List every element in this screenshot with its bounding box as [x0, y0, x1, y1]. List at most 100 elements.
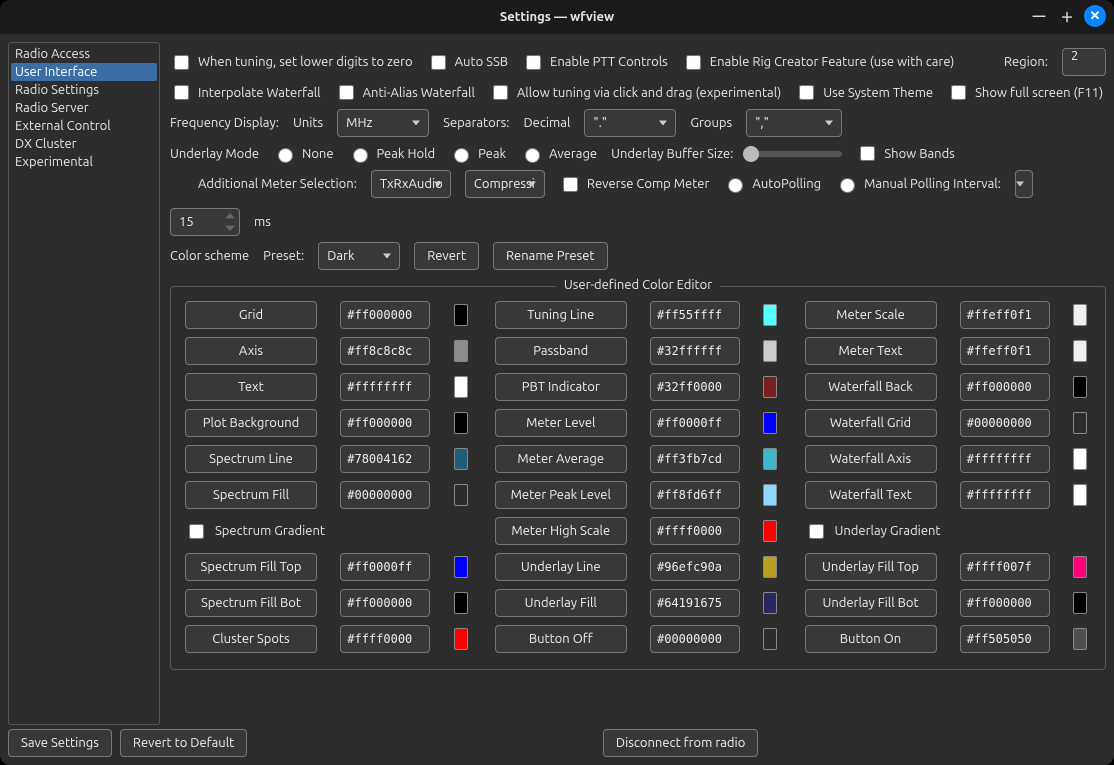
maximize-button[interactable]: ＋	[1056, 5, 1078, 27]
color-waterfall-back-swatch[interactable]	[1073, 376, 1087, 398]
color-waterfall-back-value[interactable]: #ff000000	[960, 373, 1050, 401]
color-underlay-fill-top-value[interactable]: #ffff007f	[960, 553, 1050, 581]
color-tuning-line-button[interactable]: Tuning Line	[495, 301, 627, 329]
color-grid-swatch[interactable]	[454, 304, 468, 326]
save-settings-button[interactable]: Save Settings	[8, 729, 112, 757]
color-spectrum-fill-bot-swatch[interactable]	[454, 592, 468, 614]
auto-ssb-checkbox[interactable]: Auto SSB	[427, 52, 508, 73]
color-spectrum-fill-swatch[interactable]	[454, 484, 468, 506]
enable-ptt-checkbox[interactable]: Enable PTT Controls	[522, 52, 668, 73]
sidebar-item-external-control[interactable]: External Control	[11, 117, 157, 135]
color-spectrum-fill-bot-button[interactable]: Spectrum Fill Bot	[185, 589, 317, 617]
reverse-comp-checkbox[interactable]: Reverse Comp Meter	[559, 174, 710, 195]
color-meter-text-value[interactable]: #ffeff0f1	[960, 337, 1050, 365]
color-button-off-swatch[interactable]	[763, 628, 777, 650]
tune-lower-zero-checkbox[interactable]: When tuning, set lower digits to zero	[170, 52, 413, 73]
color-waterfall-text-button[interactable]: Waterfall Text	[805, 481, 937, 509]
color-meter-scale-swatch[interactable]	[1073, 304, 1087, 326]
underlay-average-radio[interactable]: Average	[520, 145, 597, 163]
color-underlay-fill-value[interactable]: #64191675	[650, 589, 740, 617]
color-underlay-line-button[interactable]: Underlay Line	[495, 553, 627, 581]
preset-combo[interactable]: Dark	[318, 242, 400, 270]
color-plot-background-value[interactable]: #ff000000	[340, 409, 430, 437]
color-underlay-line-value[interactable]: #96efc90a	[650, 553, 740, 581]
meter2-combo[interactable]: Compressi	[465, 170, 545, 198]
units-combo[interactable]: MHz	[337, 109, 429, 137]
poll-interval-spin[interactable]: 15	[170, 208, 240, 236]
meter1-combo[interactable]: TxRxAudio	[371, 170, 451, 198]
color-plot-background-swatch[interactable]	[454, 412, 468, 434]
sidebar-item-radio-settings[interactable]: Radio Settings	[11, 81, 157, 99]
color-button-on-button[interactable]: Button On	[805, 625, 937, 653]
color-meter-level-button[interactable]: Meter Level	[495, 409, 627, 437]
color-waterfall-text-value[interactable]: #ffffffff	[960, 481, 1050, 509]
color-text-swatch[interactable]	[454, 376, 468, 398]
underlay-none-radio[interactable]: None	[273, 145, 334, 163]
color-button-off-value[interactable]: #00000000	[650, 625, 740, 653]
color-meter-level-value[interactable]: #ff0000ff	[650, 409, 740, 437]
color-waterfall-grid-swatch[interactable]	[1073, 412, 1087, 434]
revert-default-button[interactable]: Revert to Default	[120, 729, 247, 757]
color-underlay-fill-top-button[interactable]: Underlay Fill Top	[805, 553, 937, 581]
color-meter-text-button[interactable]: Meter Text	[805, 337, 937, 365]
color-meter-text-swatch[interactable]	[1073, 340, 1087, 362]
underlay-gradient-checkbox[interactable]: Underlay Gradient	[805, 517, 1092, 545]
minimize-button[interactable]: —	[1028, 5, 1050, 27]
color-meter-scale-value[interactable]: #ffeff0f1	[960, 301, 1050, 329]
color-spectrum-line-swatch[interactable]	[454, 448, 468, 470]
color-text-button[interactable]: Text	[185, 373, 317, 401]
sidebar-item-dx-cluster[interactable]: DX Cluster	[11, 135, 157, 153]
region-input[interactable]: 2	[1062, 48, 1106, 76]
underlay-peak-radio[interactable]: Peak	[449, 145, 506, 163]
color-cluster-spots-button[interactable]: Cluster Spots	[185, 625, 317, 653]
color-waterfall-back-button[interactable]: Waterfall Back	[805, 373, 937, 401]
color-meter-peak-level-swatch[interactable]	[763, 484, 777, 506]
color-button-off-button[interactable]: Button Off	[495, 625, 627, 653]
sidebar-item-radio-access[interactable]: Radio Access	[11, 45, 157, 63]
show-bands-checkbox[interactable]: Show Bands	[856, 143, 955, 164]
color-plot-background-button[interactable]: Plot Background	[185, 409, 317, 437]
rename-preset-button[interactable]: Rename Preset	[493, 242, 608, 270]
color-button-on-value[interactable]: #ff505050	[960, 625, 1050, 653]
interpolate-waterfall-checkbox[interactable]: Interpolate Waterfall	[170, 82, 321, 103]
color-waterfall-grid-value[interactable]: #00000000	[960, 409, 1050, 437]
disconnect-button[interactable]: Disconnect from radio	[603, 729, 758, 757]
sidebar-item-user-interface[interactable]: User Interface	[11, 63, 157, 81]
groups-combo[interactable]: ","	[746, 109, 842, 137]
color-underlay-fill-bot-value[interactable]: #ff000000	[960, 589, 1050, 617]
color-pbt-indicator-swatch[interactable]	[763, 376, 777, 398]
color-cluster-spots-value[interactable]: #ffff0000	[340, 625, 430, 653]
color-meter-scale-button[interactable]: Meter Scale	[805, 301, 937, 329]
color-underlay-fill-bot-button[interactable]: Underlay Fill Bot	[805, 589, 937, 617]
color-meter-high-scale-value[interactable]: #ffff0000	[650, 517, 740, 545]
revert-preset-button[interactable]: Revert	[414, 242, 479, 270]
color-passband-button[interactable]: Passband	[495, 337, 627, 365]
color-waterfall-axis-button[interactable]: Waterfall Axis	[805, 445, 937, 473]
antialias-waterfall-checkbox[interactable]: Anti-Alias Waterfall	[335, 82, 475, 103]
color-meter-high-scale-button[interactable]: Meter High Scale	[495, 517, 627, 545]
sidebar-item-radio-server[interactable]: Radio Server	[11, 99, 157, 117]
color-spectrum-fill-button[interactable]: Spectrum Fill	[185, 481, 317, 509]
color-pbt-indicator-value[interactable]: #32ff0000	[650, 373, 740, 401]
color-meter-peak-level-button[interactable]: Meter Peak Level	[495, 481, 627, 509]
color-waterfall-text-swatch[interactable]	[1073, 484, 1087, 506]
click-drag-tuning-checkbox[interactable]: Allow tuning via click and drag (experim…	[489, 82, 781, 103]
color-passband-value[interactable]: #32ffffff	[650, 337, 740, 365]
color-button-on-swatch[interactable]	[1073, 628, 1087, 650]
system-theme-checkbox[interactable]: Use System Theme	[795, 82, 933, 103]
color-meter-level-swatch[interactable]	[763, 412, 777, 434]
manualpolling-radio[interactable]: Manual Polling Interval:	[835, 175, 1001, 193]
color-tuning-line-value[interactable]: #ff55ffff	[650, 301, 740, 329]
underlay-buffer-slider[interactable]	[747, 151, 842, 157]
color-cluster-spots-swatch[interactable]	[454, 628, 468, 650]
color-waterfall-axis-value[interactable]: #ffffffff	[960, 445, 1050, 473]
color-text-value[interactable]: #ffffffff	[340, 373, 430, 401]
color-axis-swatch[interactable]	[454, 340, 468, 362]
spectrum-gradient-checkbox[interactable]: Spectrum Gradient	[185, 517, 472, 545]
color-spectrum-line-value[interactable]: #78004162	[340, 445, 430, 473]
color-tuning-line-swatch[interactable]	[763, 304, 777, 326]
color-spectrum-fill-bot-value[interactable]: #ff000000	[340, 589, 430, 617]
color-axis-value[interactable]: #ff8c8c8c	[340, 337, 430, 365]
color-spectrum-fill-top-swatch[interactable]	[454, 556, 468, 578]
color-underlay-fill-bot-swatch[interactable]	[1073, 592, 1087, 614]
